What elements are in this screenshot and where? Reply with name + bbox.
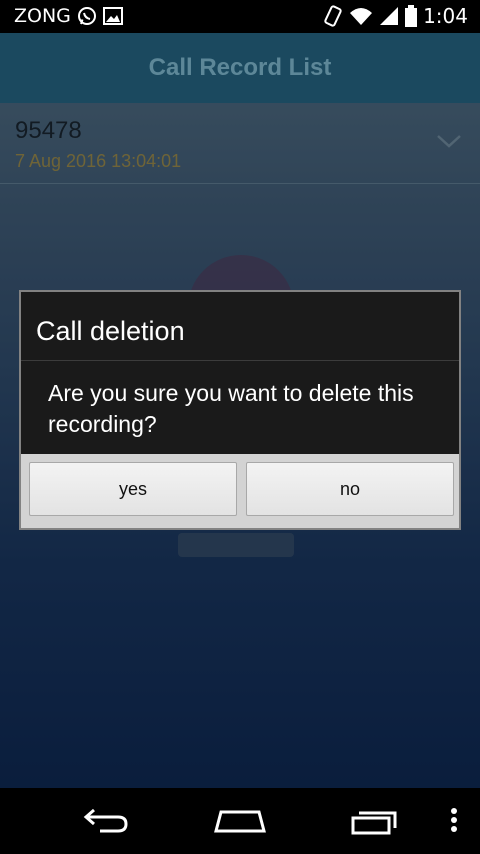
dialog-button-bar: yes no — [21, 454, 459, 528]
status-time: 1:04 — [423, 4, 468, 28]
carrier-name: ZONG — [14, 5, 71, 27]
status-right: 1:04 — [323, 4, 468, 28]
menu-icon[interactable] — [448, 806, 460, 836]
home-icon[interactable] — [213, 806, 267, 836]
dialog-message: Are you sure you want to delete this rec… — [48, 380, 414, 437]
wifi-icon — [350, 8, 373, 25]
dialog-title: Call deletion — [36, 316, 185, 346]
whatsapp-icon — [77, 7, 96, 25]
navigation-bar — [0, 788, 480, 854]
status-left: ZONG — [14, 5, 123, 27]
image-icon — [102, 7, 123, 25]
yes-button[interactable]: yes — [29, 462, 237, 516]
status-bar: ZONG 1:04 — [0, 0, 480, 33]
back-icon[interactable] — [82, 806, 132, 836]
vibrate-icon — [324, 5, 342, 27]
battery-icon — [405, 5, 418, 27]
signal-icon — [380, 7, 399, 25]
delete-dialog: Call deletion Are you sure you want to d… — [19, 290, 461, 530]
recents-icon[interactable] — [350, 806, 400, 836]
dialog-divider — [21, 360, 459, 361]
no-button[interactable]: no — [246, 462, 454, 516]
